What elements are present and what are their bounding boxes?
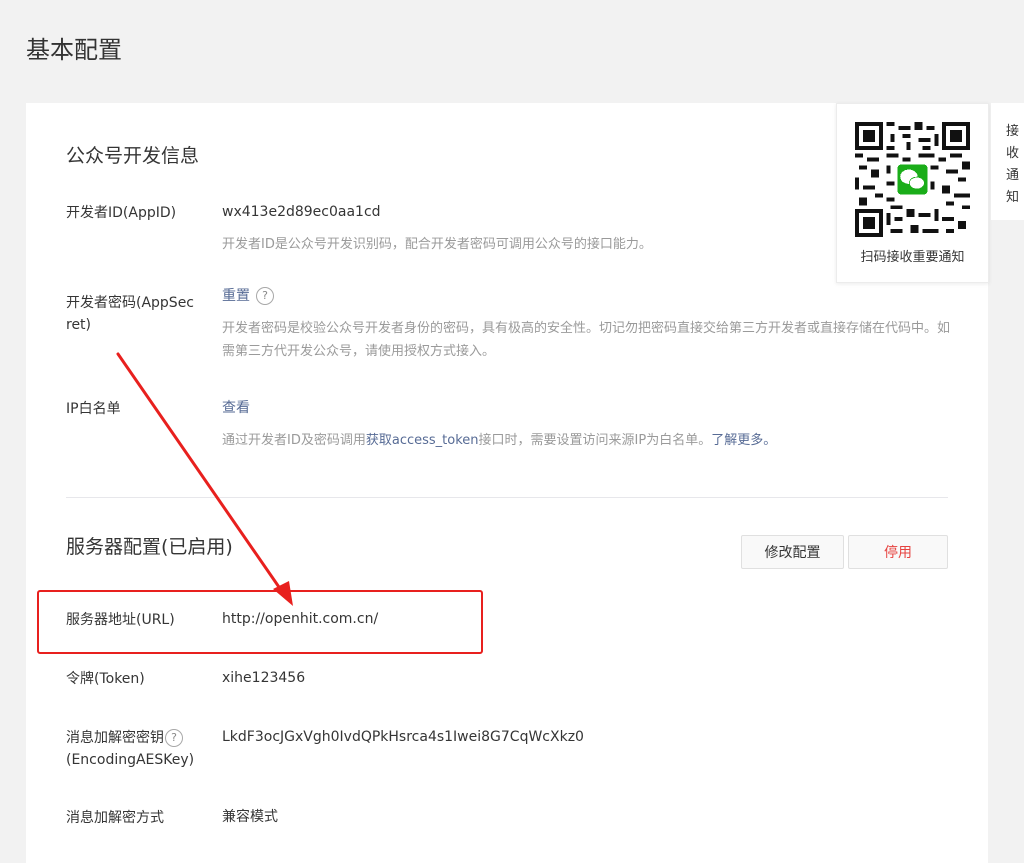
edit-config-button[interactable]: 修改配置	[741, 535, 844, 569]
ip-whitelist-label: IP白名单	[66, 401, 121, 417]
appsecret-label: 开发者密码(AppSecret)	[66, 295, 195, 333]
aeskey-value: LkdF3ocJGxVgh0IvdQPkHsrca4s1Iwei8G7CqWcX…	[222, 729, 584, 745]
ip-desc-prefix: 通过开发者ID及密码调用	[222, 433, 366, 448]
appid-value: wx413e2d89ec0aa1cd	[222, 204, 381, 220]
server-config-title: 服务器配置(已启用)	[66, 536, 233, 558]
reset-secret-link[interactable]: 重置	[222, 288, 250, 304]
appsecret-actions: 重置?	[222, 285, 274, 307]
help-icon[interactable]: ?	[165, 729, 183, 747]
qr-notification-card: 扫码接收重要通知	[836, 103, 989, 283]
annotation-highlight-box	[37, 590, 483, 654]
side-notification-tab[interactable]: 接收通知	[991, 103, 1024, 220]
section-divider	[66, 497, 948, 498]
aeskey-label: 消息加解密密钥? (EncodingAESKey)	[66, 727, 216, 771]
learn-more-link[interactable]: 了解更多。	[711, 433, 776, 448]
encrypt-mode-label: 消息加解密方式	[66, 810, 164, 826]
side-tab-label: 接收通知	[1006, 124, 1020, 205]
view-whitelist-link[interactable]: 查看	[222, 400, 250, 416]
qr-code-icon	[855, 122, 970, 237]
page-title: 基本配置	[26, 36, 122, 64]
token-value: xihe123456	[222, 670, 306, 686]
encrypt-mode-value: 兼容模式	[222, 809, 278, 825]
token-label: 令牌(Token)	[66, 671, 145, 687]
qr-caption: 扫码接收重要通知	[860, 250, 965, 265]
ip-whitelist-desc: 通过开发者ID及密码调用获取access_token接口时，需要设置访问来源IP…	[222, 429, 952, 452]
ip-whitelist-actions: 查看	[222, 397, 250, 419]
aeskey-label-main: 消息加解密密钥	[66, 730, 164, 746]
aeskey-label-sub: (EncodingAESKey)	[66, 752, 195, 768]
appsecret-desc: 开发者密码是校验公众号开发者身份的密码，具有极高的安全性。切记勿把密码直接交给第…	[222, 321, 951, 359]
help-icon[interactable]: ?	[256, 287, 274, 305]
dev-info-title: 公众号开发信息	[66, 145, 200, 167]
disable-button[interactable]: 停用	[848, 535, 948, 569]
access-token-link[interactable]: 获取access_token	[366, 433, 479, 448]
appid-label: 开发者ID(AppID)	[66, 205, 177, 221]
ip-desc-middle: 接口时，需要设置访问来源IP为白名单。	[478, 433, 712, 448]
